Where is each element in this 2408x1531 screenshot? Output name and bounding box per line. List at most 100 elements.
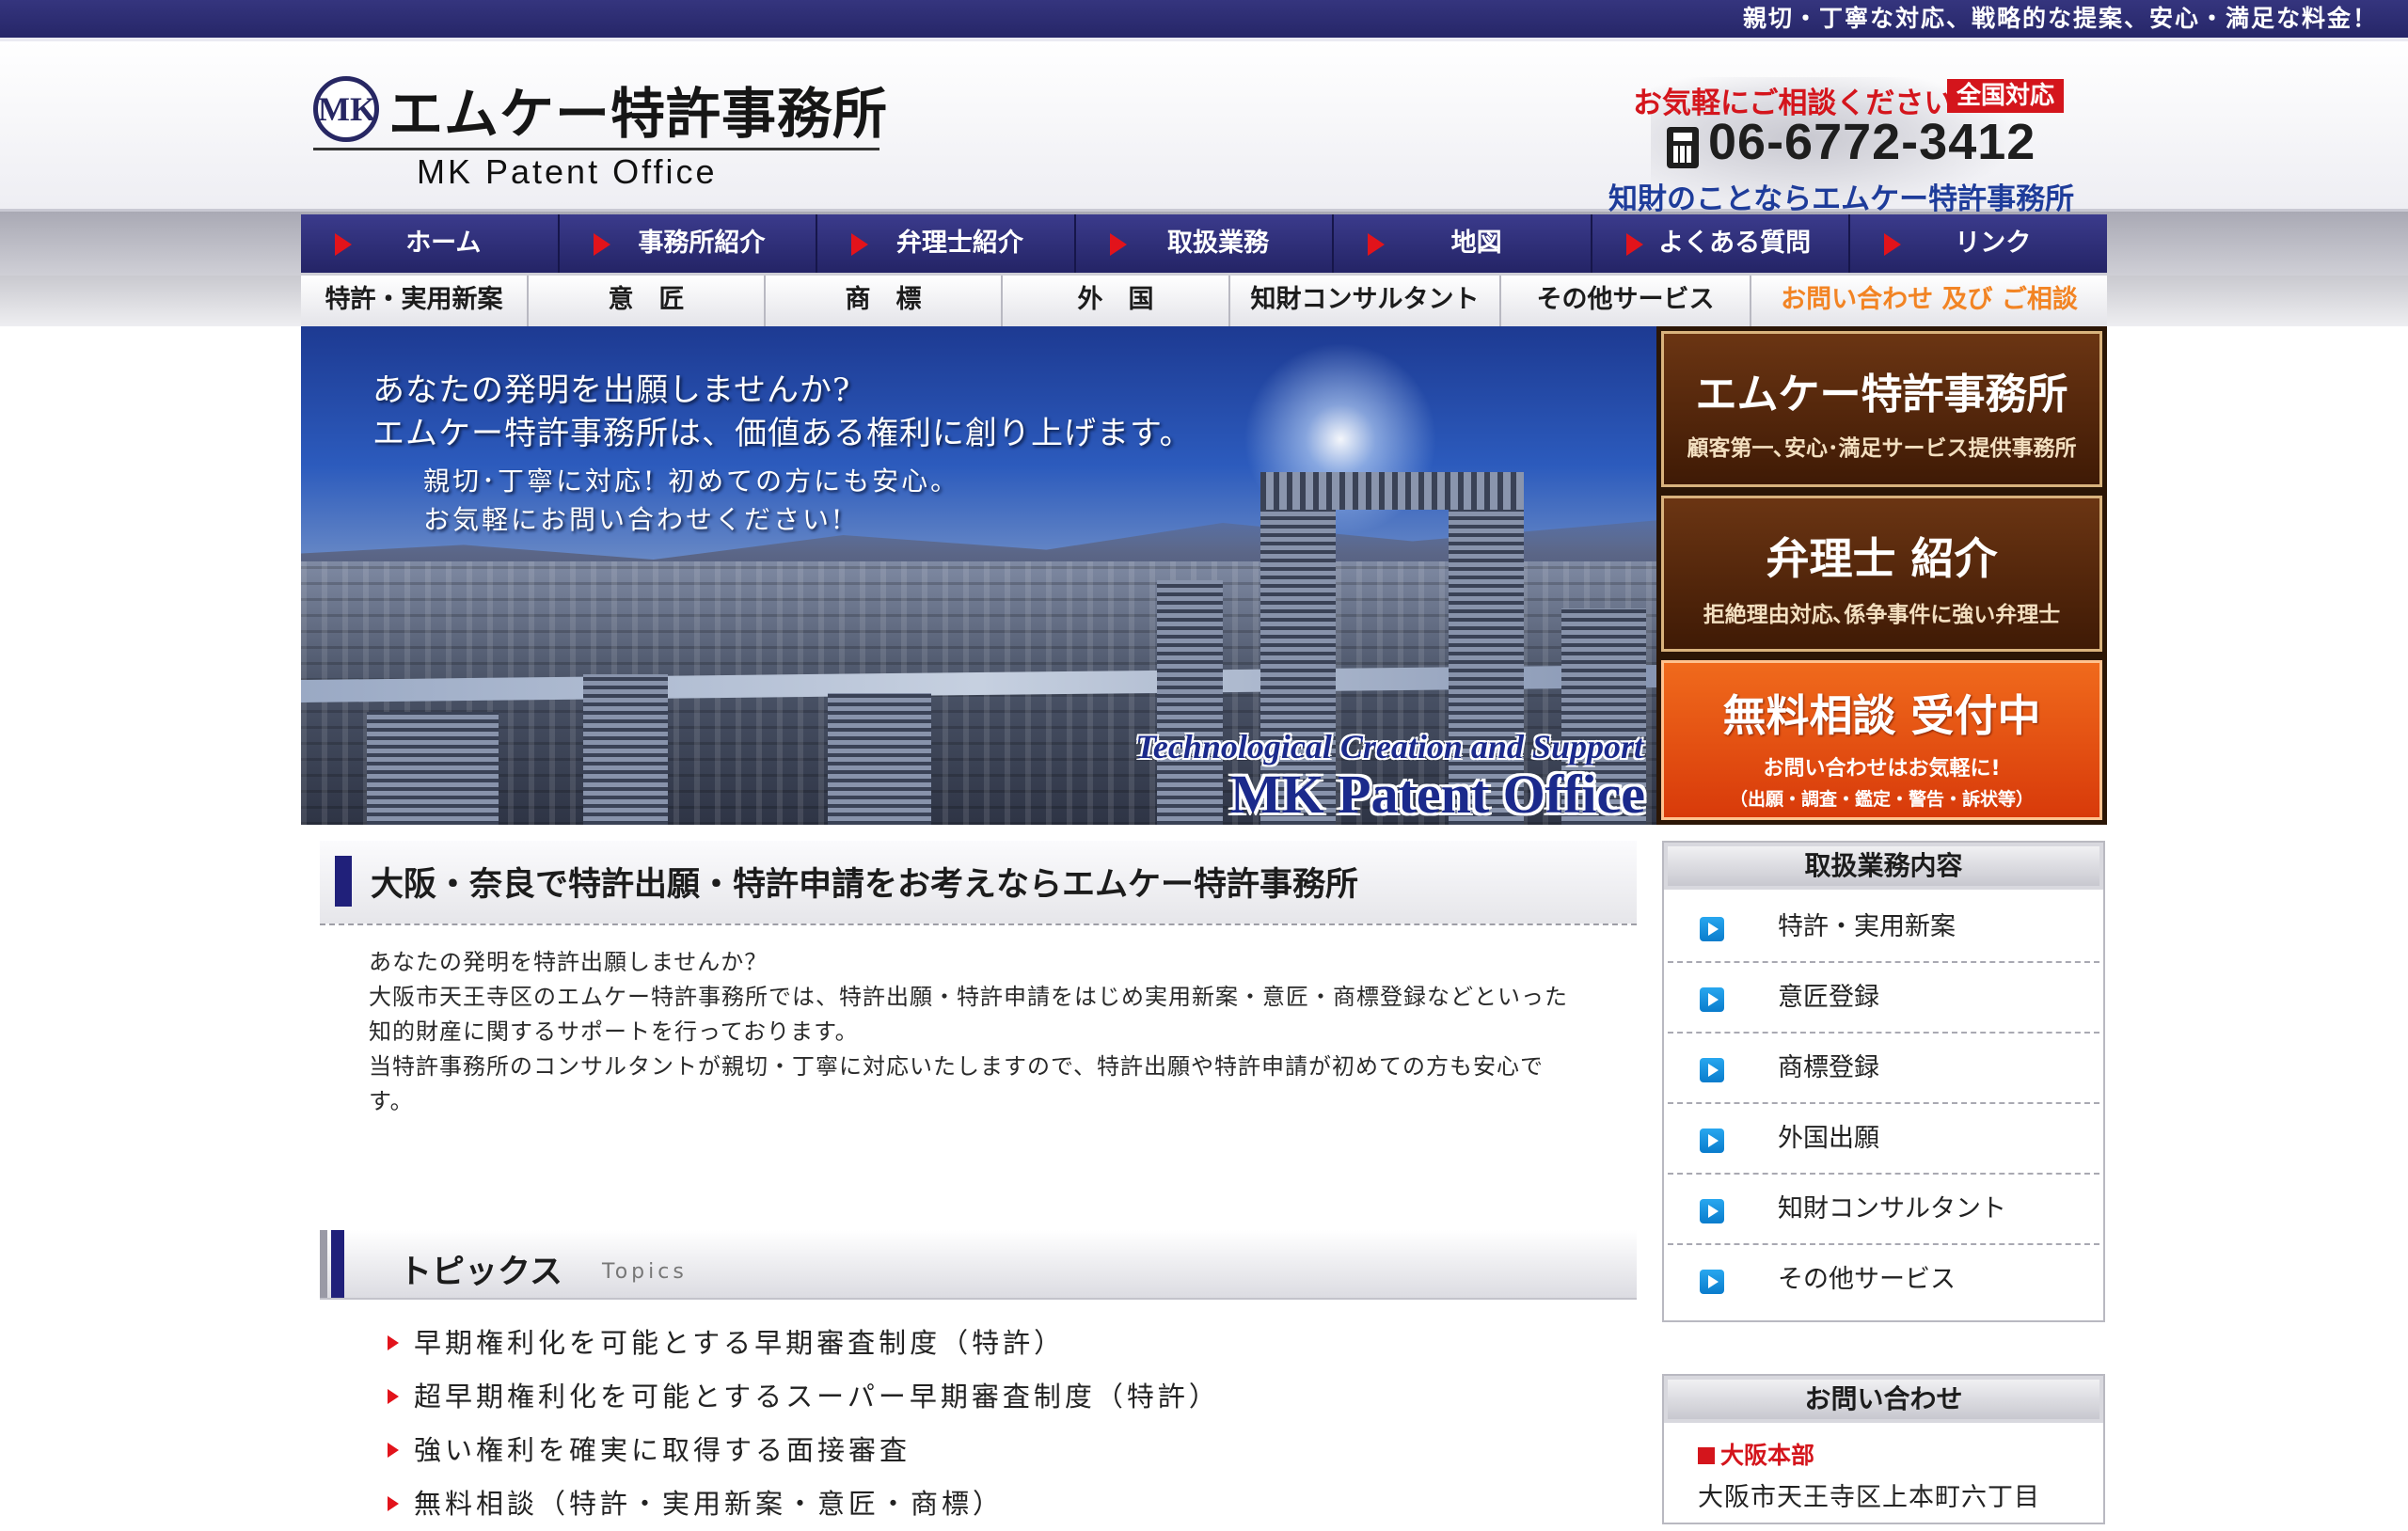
subnav-patent[interactable]: 特許・実用新案 — [301, 276, 529, 326]
sidebar-item-trademark[interactable]: 商標登録 — [1668, 1034, 2099, 1104]
promo-office-sub: 顧客第一､安心･満足サービス提供事務所 — [1687, 436, 2077, 461]
heading-accent-bar — [335, 856, 352, 907]
hero-caption-name: MK Patent Office — [1229, 764, 1645, 825]
red-triangle-icon — [388, 1443, 399, 1458]
sidebar-item-ip-consultant[interactable]: 知財コンサルタント — [1668, 1175, 2099, 1245]
nav-label: 弁理士紹介 — [895, 229, 1023, 258]
subnav-foreign[interactable]: 外 国 — [1003, 276, 1230, 326]
logo-japanese[interactable]: エムケー特許事務所 — [388, 70, 888, 149]
sidebar-item-other-services[interactable]: その他サービス — [1668, 1245, 2099, 1314]
promo-free-consultation[interactable]: 無料相談 受付中 お問い合わせはお気軽に! （出願・調査・鑑定・警告・訴状等） — [1661, 660, 2102, 820]
sidebar-contact-title: お問い合わせ — [1664, 1376, 2103, 1426]
sidebar-item-label: その他サービス — [1778, 1265, 1956, 1294]
blue-play-icon — [1700, 1199, 1724, 1223]
header-contact: お気軽にご相談ください 全国対応 06-6772-3412 知財のことならエムケ… — [1599, 58, 2088, 259]
topic-item[interactable]: 超早期権利化を可能とするスーパー早期審査制度（特許） — [384, 1370, 1625, 1424]
blue-play-icon — [1700, 1270, 1724, 1294]
logo-english[interactable]: MK Patent Office — [417, 152, 717, 192]
topics-title: トピックス — [399, 1254, 562, 1291]
red-triangle-icon — [388, 1389, 399, 1404]
intro-line: 知的財産に関するサポートを行っております。 — [369, 1018, 859, 1045]
subnav-design[interactable]: 意 匠 — [529, 276, 766, 326]
promo-office-title: エムケー特許事務所 — [1695, 371, 2068, 418]
hero-subline-1: 親切･丁寧に対応! 初めての方にも安心。 — [423, 466, 960, 497]
nationwide-badge: 全国対応 — [1947, 79, 2065, 113]
hero-building — [583, 674, 668, 825]
sidebar-item-label: 外国出願 — [1778, 1124, 1879, 1153]
nav-attorney[interactable]: 弁理士紹介 — [817, 214, 1076, 273]
subnav-other-services[interactable]: その他サービス — [1501, 276, 1751, 326]
red-triangle-icon — [388, 1496, 399, 1511]
phone-icon — [1667, 127, 1699, 168]
nav-links[interactable]: リンク — [1850, 214, 2107, 273]
site-header: MK エムケー特許事務所 MK Patent Office お気軽にご相談くださ… — [0, 41, 2408, 259]
logo-divider — [313, 148, 879, 150]
hero-building — [1157, 580, 1223, 825]
intro-line: 大阪市天王寺区のエムケー特許事務所では、特許出願・特許申請をはじめ実用新案・意匠… — [369, 984, 1568, 1010]
hero-building — [828, 693, 931, 825]
red-triangle-icon — [1368, 233, 1386, 256]
promo-attorney[interactable]: 弁理士 紹介 拒絶理由対応､係争事件に強い弁理士 — [1661, 496, 2102, 652]
nav-home[interactable]: ホーム — [301, 214, 560, 273]
sidebar-item-label: 知財コンサルタント — [1778, 1194, 2006, 1223]
promo-panels: エムケー特許事務所 顧客第一､安心･満足サービス提供事務所 弁理士 紹介 拒絶理… — [1656, 326, 2107, 825]
nav-faq[interactable]: よくある質問 — [1592, 214, 1851, 273]
heading-accent-bar — [320, 1230, 327, 1298]
main-heading: 大阪・奈良で特許出願・特許申請をお考えならエムケー特許事務所 — [320, 841, 1637, 925]
top-strip: 親切・丁寧な対応、戦略的な提案、安心・満足な料金！ — [0, 0, 2408, 41]
intro-line: す。 — [369, 1088, 414, 1114]
nav-label: 事務所紹介 — [638, 229, 766, 258]
nav-label: リンク — [1955, 229, 2032, 258]
promo-office[interactable]: エムケー特許事務所 顧客第一､安心･満足サービス提供事務所 — [1661, 331, 2102, 487]
sidebar-item-patent[interactable]: 特許・実用新案 — [1668, 892, 2099, 963]
topics-subtitle: Topics — [602, 1260, 688, 1284]
sidebar-item-label: 意匠登録 — [1778, 983, 1879, 1012]
nav-office[interactable]: 事務所紹介 — [560, 214, 818, 273]
red-triangle-icon — [388, 1335, 399, 1350]
sidebar-contact: お問い合わせ 大阪本部 大阪市天王寺区上本町六丁目 — [1662, 1374, 2105, 1524]
promo-attorney-title: 弁理士 紹介 — [1766, 533, 1998, 584]
sidebar-item-design[interactable]: 意匠登録 — [1668, 963, 2099, 1034]
hero-building-bridge — [1260, 472, 1524, 510]
hero-caption-tagline: Technological Creation and Support — [1135, 728, 1643, 766]
branch-label: 大阪本部 — [1698, 1437, 2103, 1471]
topics-list: 早期権利化を可能とする早期審査制度（特許） 超早期権利化を可能とするスーパー早期… — [384, 1317, 1625, 1531]
nav-services[interactable]: 取扱業務 — [1076, 214, 1335, 273]
subnav-trademark[interactable]: 商 標 — [766, 276, 1003, 326]
intro-line: あなたの発明を特許出願しませんか？ — [369, 949, 768, 975]
topic-label: 早期権利化を可能とする早期審査制度（特許） — [414, 1327, 1066, 1359]
nav-label: ホーム — [405, 229, 482, 258]
red-triangle-icon — [335, 233, 352, 256]
red-triangle-icon — [851, 233, 869, 256]
topic-item[interactable]: 強い権利を確実に取得する面接審査 — [384, 1424, 1625, 1477]
red-triangle-icon — [1109, 233, 1127, 256]
hero-headline-2: エムケー特許事務所は、価値ある権利に創り上げます。 — [372, 415, 1193, 452]
promo-free-sub: お問い合わせはお気軽に! — [1763, 757, 2001, 781]
red-triangle-icon — [1884, 233, 1902, 256]
topic-label: 強い権利を確実に取得する面接審査 — [414, 1434, 911, 1466]
main-nav: ホーム 事務所紹介 弁理士紹介 取扱業務 地図 よくある質問 リンク — [0, 212, 2408, 276]
sidebar-item-foreign[interactable]: 外国出願 — [1668, 1104, 2099, 1175]
phone-number[interactable]: 06-6772-3412 — [1708, 113, 2036, 171]
red-triangle-icon — [593, 233, 610, 256]
blue-play-icon — [1700, 1058, 1724, 1082]
logo-mark[interactable]: MK — [313, 76, 379, 142]
intro-text: あなたの発明を特許出願しませんか？ 大阪市天王寺区のエムケー特許事務所では、特許… — [369, 945, 1629, 1119]
topics-heading: トピックス Topics — [320, 1230, 1637, 1300]
blue-play-icon — [1700, 1129, 1724, 1153]
blue-play-icon — [1700, 917, 1724, 941]
subnav-ip-consultant[interactable]: 知財コンサルタント — [1230, 276, 1501, 326]
promo-free-sub2: （出願・調査・鑑定・警告・訴状等） — [1729, 789, 2034, 810]
nav-label: 取扱業務 — [1167, 229, 1270, 258]
nav-label: よくある質問 — [1658, 229, 1812, 258]
nav-map[interactable]: 地図 — [1334, 214, 1592, 273]
hero-building — [367, 712, 499, 825]
blue-play-icon — [1700, 987, 1724, 1012]
hero-subline-2: お気軽にお問い合わせください! — [423, 504, 846, 535]
intro-line: 当特許事務所のコンサルタントが親切・丁寧に対応いたしますので、特許出願や特許申請… — [369, 1053, 1545, 1080]
topic-item[interactable]: 早期権利化を可能とする早期審査制度（特許） — [384, 1317, 1625, 1370]
subnav-inquiry[interactable]: お問い合わせ 及び ご相談 — [1751, 276, 2107, 326]
branch-address: 大阪市天王寺区上本町六丁目 — [1698, 1483, 2040, 1512]
sidebar-services: 取扱業務内容 特許・実用新案 意匠登録 商標登録 外国出願 知財コンサルタント … — [1662, 841, 2105, 1322]
sidebar-services-title: 取扱業務内容 — [1664, 843, 2103, 892]
